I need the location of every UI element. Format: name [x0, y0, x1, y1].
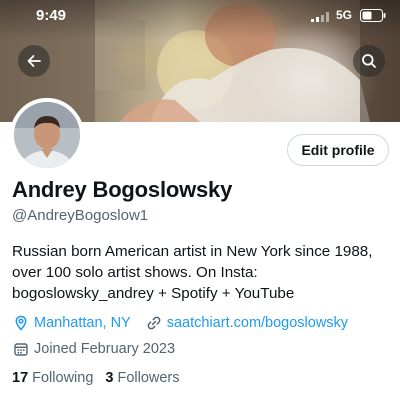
- followers-link[interactable]: 3 Followers: [105, 370, 179, 386]
- signal-icon: [311, 12, 329, 22]
- battery-icon: [360, 9, 386, 22]
- avatar-photo: [14, 102, 80, 168]
- avatar[interactable]: [10, 98, 84, 172]
- location-link[interactable]: Manhattan, NY: [34, 315, 131, 331]
- following-label: Following: [32, 370, 94, 386]
- joined-date: Joined February 2023: [34, 341, 176, 357]
- profile-meta-row: Manhattan, NY saatchiart.com/bogoslowsky: [12, 314, 348, 332]
- bio-line: Russian born American artist in New York…: [12, 243, 373, 260]
- display-name: Andrey Bogoslowsky: [12, 177, 233, 202]
- calendar-icon: [12, 340, 30, 358]
- location-pin-icon: [12, 314, 30, 332]
- bio-line: bogoslowsky_andrey + Spotify + YouTube: [12, 285, 295, 302]
- follow-stats: 17 Following 3 Followers: [12, 370, 180, 386]
- joined-row: Joined February 2023: [12, 340, 175, 358]
- status-bar: 9:49 5G: [0, 0, 400, 30]
- network-label: 5G: [336, 8, 353, 22]
- followers-label: Followers: [117, 370, 180, 386]
- back-button[interactable]: [18, 45, 50, 77]
- followers-count: 3: [105, 370, 114, 386]
- search-icon: [362, 54, 376, 68]
- edit-profile-button[interactable]: Edit profile: [287, 134, 389, 166]
- bio: Russian born American artist in New York…: [12, 241, 392, 304]
- website-link[interactable]: saatchiart.com/bogoslowsky: [167, 315, 348, 331]
- following-link[interactable]: 17 Following: [12, 370, 93, 386]
- bio-line: over 100 solo artist shows. On Insta:: [12, 264, 258, 281]
- user-handle: @AndreyBogoslow1: [12, 207, 149, 224]
- link-icon: [145, 314, 163, 332]
- arrow-left-icon: [27, 55, 41, 67]
- status-time: 9:49: [36, 7, 67, 24]
- following-count: 17: [12, 370, 29, 386]
- search-button[interactable]: [353, 45, 385, 77]
